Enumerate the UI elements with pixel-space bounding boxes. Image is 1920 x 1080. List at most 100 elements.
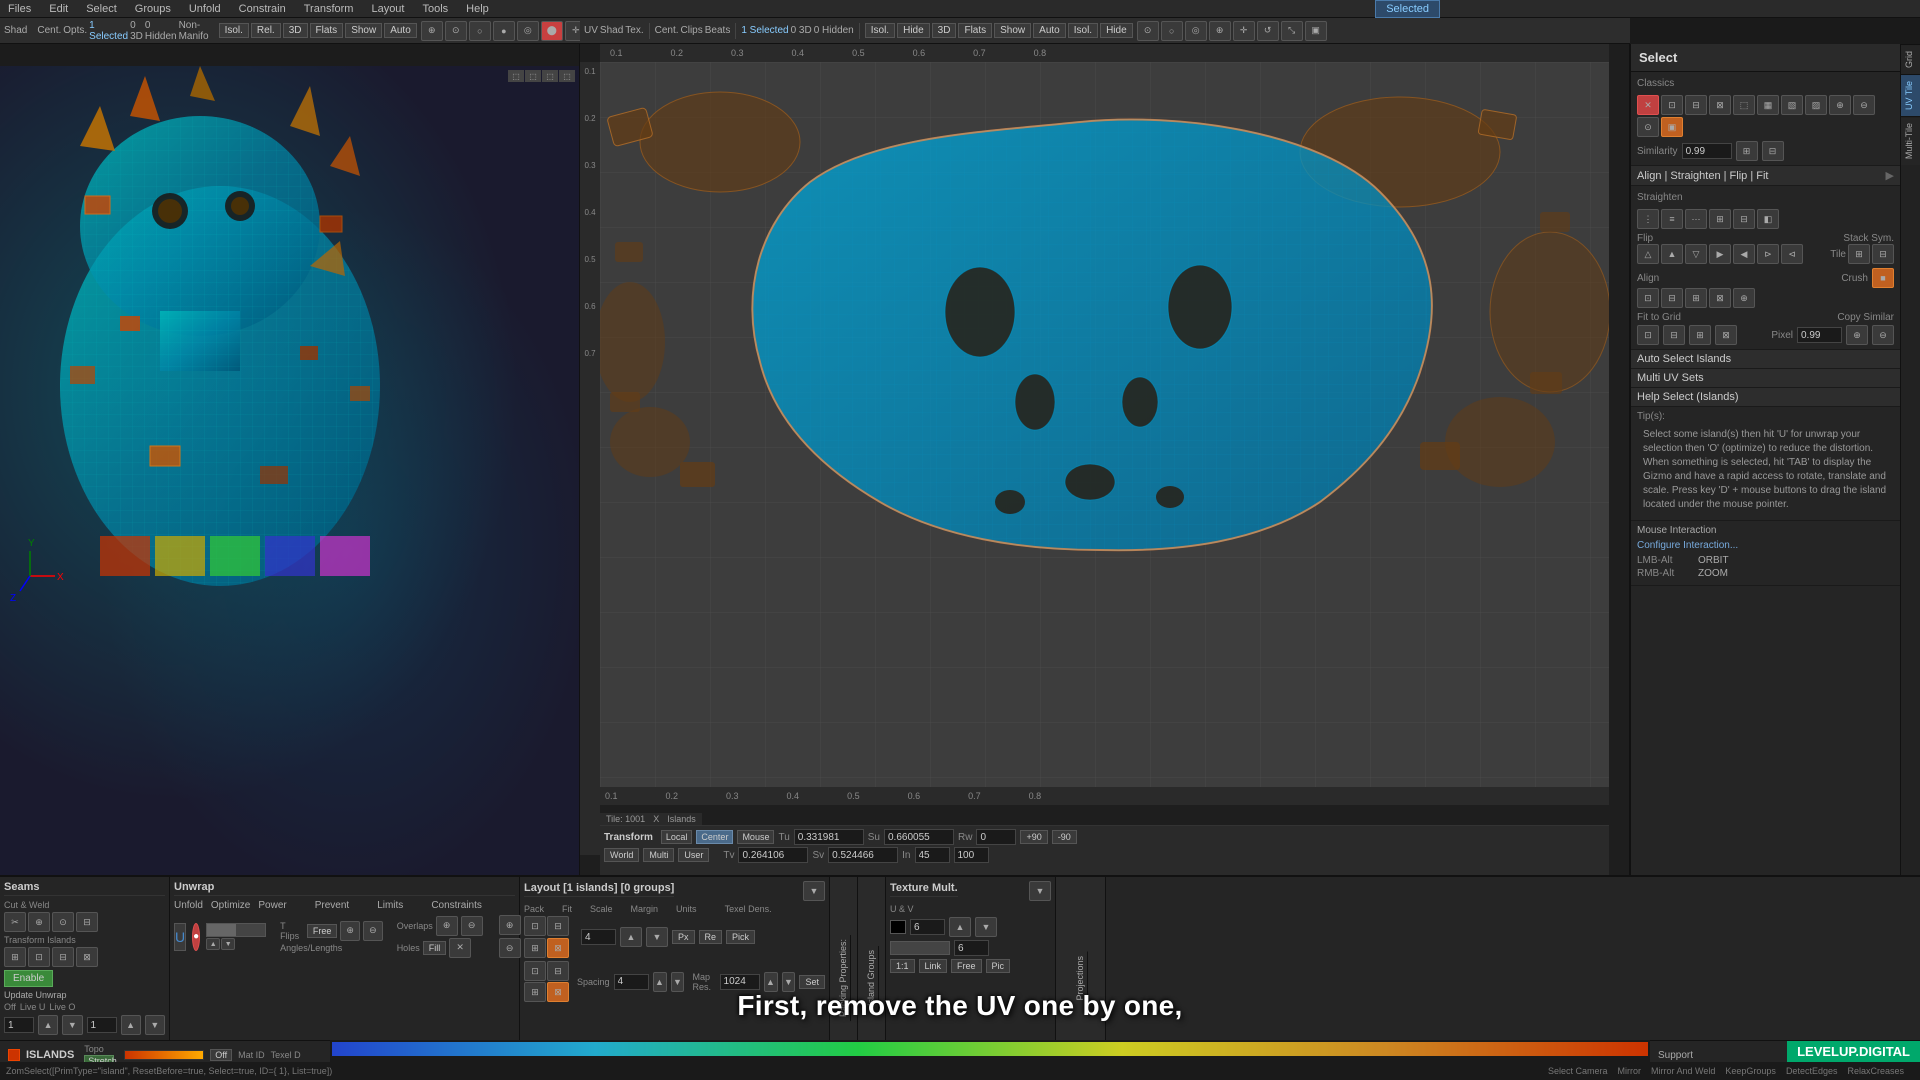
margin-input[interactable]: [581, 929, 616, 945]
crush-btn[interactable]: ■: [1872, 268, 1894, 288]
select-loop-btn[interactable]: ⊙: [1637, 117, 1659, 137]
ti-btn-4[interactable]: ⊠: [76, 947, 98, 967]
constraint-btn-1[interactable]: ⊕: [499, 915, 521, 935]
layout-expand[interactable]: ▼: [803, 881, 825, 901]
pick-btn[interactable]: Pick: [726, 930, 755, 944]
seams-dn2[interactable]: ▼: [145, 1015, 165, 1035]
uv-tool-3[interactable]: ◎: [1185, 21, 1207, 41]
free-btn[interactable]: Free: [307, 924, 338, 938]
similarity-btn-1[interactable]: ⊞: [1736, 141, 1758, 161]
enable-btn[interactable]: Enable: [4, 970, 53, 987]
flip-5[interactable]: ◀: [1733, 244, 1755, 264]
seams-up2[interactable]: ▲: [121, 1015, 141, 1035]
flip-6[interactable]: ⊳: [1757, 244, 1779, 264]
fill-btn[interactable]: Fill: [423, 941, 447, 955]
align-3[interactable]: ⊞: [1685, 288, 1707, 308]
toolbar-icon-6[interactable]: ⬤: [541, 21, 563, 41]
menu-item-select[interactable]: Select: [82, 3, 121, 15]
configure-btn[interactable]: Configure Interaction...: [1637, 540, 1894, 551]
menu-item-unfold[interactable]: Unfold: [185, 3, 225, 15]
seams-up1[interactable]: ▲: [38, 1015, 58, 1035]
select-faces-btn[interactable]: ⊠: [1709, 95, 1731, 115]
flip-1[interactable]: △: [1637, 244, 1659, 264]
similarity-btn-2[interactable]: ⊟: [1762, 141, 1784, 161]
uv-cent-label[interactable]: Cent.: [655, 25, 679, 36]
world-btn[interactable]: World: [604, 848, 639, 862]
uv-tool-1[interactable]: ⊙: [1137, 21, 1159, 41]
toolbar-icon-2[interactable]: ⊙: [445, 21, 467, 41]
select-verts-btn[interactable]: ⊡: [1661, 95, 1683, 115]
rw-input[interactable]: [976, 829, 1016, 845]
ti-btn-3[interactable]: ⊟: [52, 947, 74, 967]
flip-3[interactable]: ▽: [1685, 244, 1707, 264]
viewport-3d-content[interactable]: X Y Z ⬚ ⬚ ⬚ ⬚: [0, 66, 579, 875]
toolbar-icon-3[interactable]: ○: [469, 21, 491, 41]
str-2[interactable]: ≡: [1661, 209, 1683, 229]
overlaps-btn-2[interactable]: ⊖: [461, 916, 483, 936]
cent-label[interactable]: Cent.: [37, 25, 61, 36]
fit-grid-4[interactable]: ⊠: [1715, 325, 1737, 345]
ti-btn-2[interactable]: ⊡: [28, 947, 50, 967]
fit-grid-1[interactable]: ⊡: [1637, 325, 1659, 345]
plus90-btn[interactable]: +90: [1020, 830, 1047, 844]
tex-dn[interactable]: ▼: [975, 917, 997, 937]
margin-dn[interactable]: ▼: [646, 927, 668, 947]
toolbar-icon-5[interactable]: ◎: [517, 21, 539, 41]
uv-flats-btn[interactable]: Flats: [958, 23, 992, 38]
str-3[interactable]: ⋯: [1685, 209, 1707, 229]
viewport-3d[interactable]: X Y Z ⬚ ⬚ ⬚ ⬚: [0, 44, 580, 875]
select-islands-btn[interactable]: ⬚: [1733, 95, 1755, 115]
uv-islands-svg[interactable]: [600, 62, 1609, 805]
cut-btn[interactable]: ✂: [4, 912, 26, 932]
select-x-btn[interactable]: ✕: [1637, 95, 1659, 115]
select-all-btn[interactable]: ▦: [1757, 95, 1779, 115]
fit-grid-2[interactable]: ⊟: [1663, 325, 1685, 345]
su-input[interactable]: [884, 829, 954, 845]
pixel-btn-2[interactable]: ⊖: [1872, 325, 1894, 345]
uv-tool-4[interactable]: ⊕: [1209, 21, 1231, 41]
align-section-header[interactable]: Align | Straighten | Flip | Fit ▶: [1631, 166, 1900, 186]
re-btn[interactable]: Re: [699, 930, 723, 944]
uv-shad-label[interactable]: Shad: [600, 25, 623, 36]
rel-btn[interactable]: Rel.: [251, 23, 281, 38]
fit-grid-3[interactable]: ⊞: [1689, 325, 1711, 345]
str-4[interactable]: ⊞: [1709, 209, 1731, 229]
uv-hide-btn[interactable]: Hide: [897, 23, 930, 38]
holes-btn-3[interactable]: ✕: [449, 938, 471, 958]
minus90-btn[interactable]: -90: [1052, 830, 1077, 844]
layout-btn-1[interactable]: ⊡: [524, 961, 546, 981]
show-btn[interactable]: Show: [345, 23, 382, 38]
uv-select-icon[interactable]: ▣: [1305, 21, 1327, 41]
select-special-btn[interactable]: ▣: [1661, 117, 1683, 137]
multi-uv-section-header[interactable]: Multi UV Sets: [1631, 369, 1900, 388]
toolbar-icon-4[interactable]: ●: [493, 21, 515, 41]
uv-canvas[interactable]: 0.10.20.3 0.40.5 0.60.7 0.8: [600, 62, 1609, 805]
pixel-btn[interactable]: ⊕: [1846, 325, 1868, 345]
select-shrink-btn[interactable]: ⊖: [1853, 95, 1875, 115]
weld-btn[interactable]: ⊕: [28, 912, 50, 932]
pack-btn-2[interactable]: ⊟: [547, 916, 569, 936]
help-select-section-header[interactable]: Help Select (Islands): [1631, 388, 1900, 407]
flats-btn[interactable]: Flats: [310, 23, 344, 38]
texture-val[interactable]: [910, 919, 945, 935]
val100-input[interactable]: [954, 847, 989, 863]
margin-up[interactable]: ▲: [620, 927, 642, 947]
flip-4[interactable]: ▶: [1709, 244, 1731, 264]
pic-btn[interactable]: Pic: [986, 959, 1011, 973]
uv-beats-label[interactable]: Beats: [705, 25, 731, 36]
opts-label[interactable]: Opts.: [63, 25, 87, 36]
seams-val1[interactable]: [4, 1017, 34, 1033]
px-btn[interactable]: Px: [672, 930, 695, 944]
select-none-btn[interactable]: ▧: [1781, 95, 1803, 115]
free2-btn[interactable]: Free: [951, 959, 982, 973]
link-btn[interactable]: Link: [919, 959, 948, 973]
pack-btn-4[interactable]: ⊠: [547, 938, 569, 958]
select-edges-btn[interactable]: ⊟: [1685, 95, 1707, 115]
layout-btn-2[interactable]: ⊟: [547, 961, 569, 981]
align-2[interactable]: ⊟: [1661, 288, 1683, 308]
select-grow-btn[interactable]: ⊕: [1829, 95, 1851, 115]
texture-val2[interactable]: [954, 940, 989, 956]
layout-btn-3[interactable]: ⊞: [524, 982, 546, 1002]
mapres-dn[interactable]: ▼: [782, 972, 796, 992]
seams-val2[interactable]: [87, 1017, 117, 1033]
